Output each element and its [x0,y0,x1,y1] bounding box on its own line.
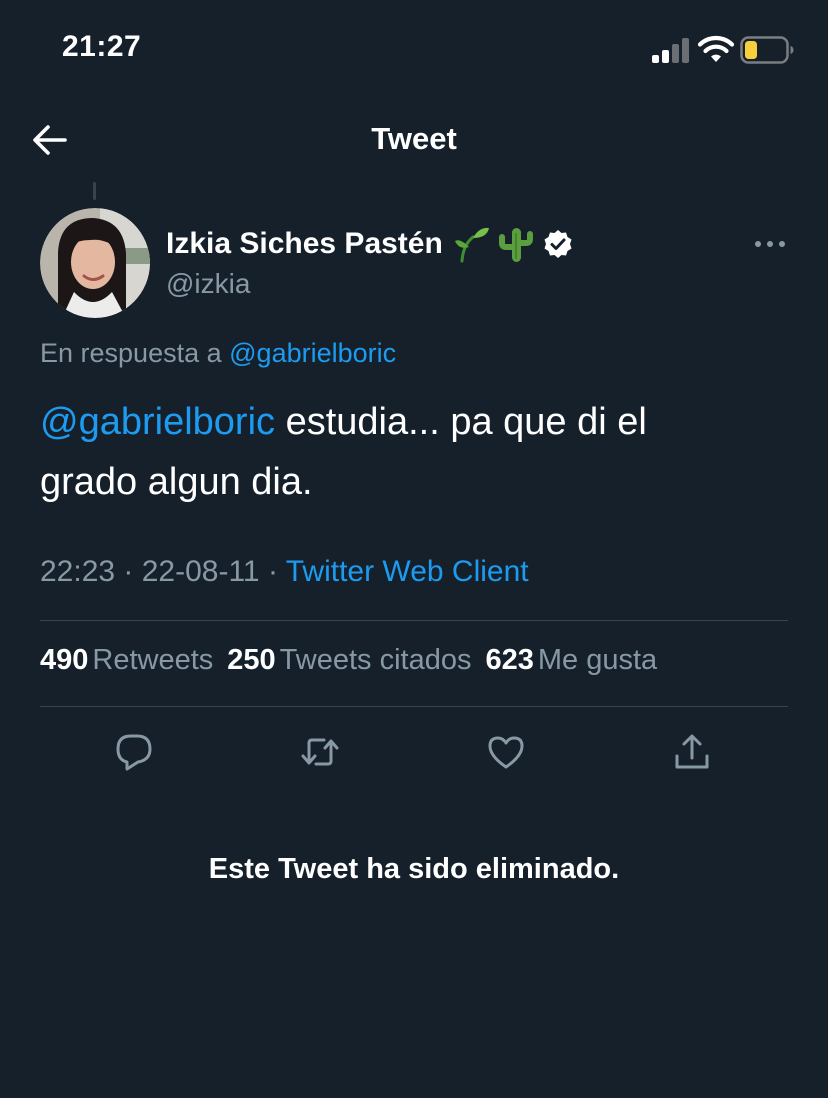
deleted-tweet-notice: Este Tweet ha sido eliminado. [208,853,620,885]
reply-prefix: En respuesta a [40,338,222,368]
cactus-emoji-icon [498,228,533,262]
likes-count: 623 [485,644,534,676]
reply-mention-link[interactable]: @gabrielboric [229,338,396,368]
retweet-icon[interactable] [300,732,340,772]
likes-label: Me gusta [537,644,658,676]
divider [40,620,788,621]
tweet-time: 22:23 [40,555,116,588]
divider [40,706,788,707]
heart-icon[interactable] [486,732,526,772]
tweet-mention-link[interactable]: @gabrielboric [40,401,275,443]
author-name-row: Izkia Siches Pastén [166,222,573,266]
tweet-text: @gabrielboric estudia... pa que di el gra… [40,392,800,512]
reply-icon[interactable] [114,732,154,772]
tweet-source-link[interactable]: Twitter Web Client [286,555,529,588]
seedling-emoji-icon [454,227,489,263]
battery-icon [740,36,794,64]
page-title: Tweet [371,121,457,156]
quotes-count: 250 [227,644,276,676]
meta-separator: · [115,555,142,588]
thread-connector-line [93,182,96,200]
retweets-label: Retweets [92,644,214,676]
retweets-count: 490 [40,644,89,676]
wifi-icon [697,36,735,62]
quotes-label: Tweets citados [279,644,472,676]
tweet-text-line2: grado algun dia. [40,461,313,503]
tweet-detail-screen: 21:27 Tweet Izkia Siches Pastén @izkia E… [0,0,828,1098]
share-icon[interactable] [672,732,712,772]
author-handle[interactable]: @izkia [166,268,250,300]
tweet-stats: 490 Retweets 250 Tweets citados 623 Me gusta [40,644,671,677]
reply-context: En respuesta a @gabrielboric [40,338,396,369]
likes-stat[interactable]: 623 Me gusta [486,644,672,676]
battery-level-fill [745,41,757,59]
retweets-stat[interactable]: 490 Retweets [40,644,227,676]
tweet-text-line1: estudia... pa que di el [275,401,647,443]
more-options-icon[interactable] [752,230,788,258]
status-time: 21:27 [62,30,142,63]
avatar[interactable] [40,208,150,318]
meta-separator: · [259,555,286,588]
quotes-stat[interactable]: 250 Tweets citados [227,644,485,676]
author-name[interactable]: Izkia Siches Pastén [166,227,443,261]
tweet-date: 22-08-11 [141,555,260,588]
verified-badge-icon [544,230,572,258]
cellular-signal-icon [652,38,689,63]
tweet-meta: 22:23 · 22-08-11 · Twitter Web Client [40,555,529,589]
